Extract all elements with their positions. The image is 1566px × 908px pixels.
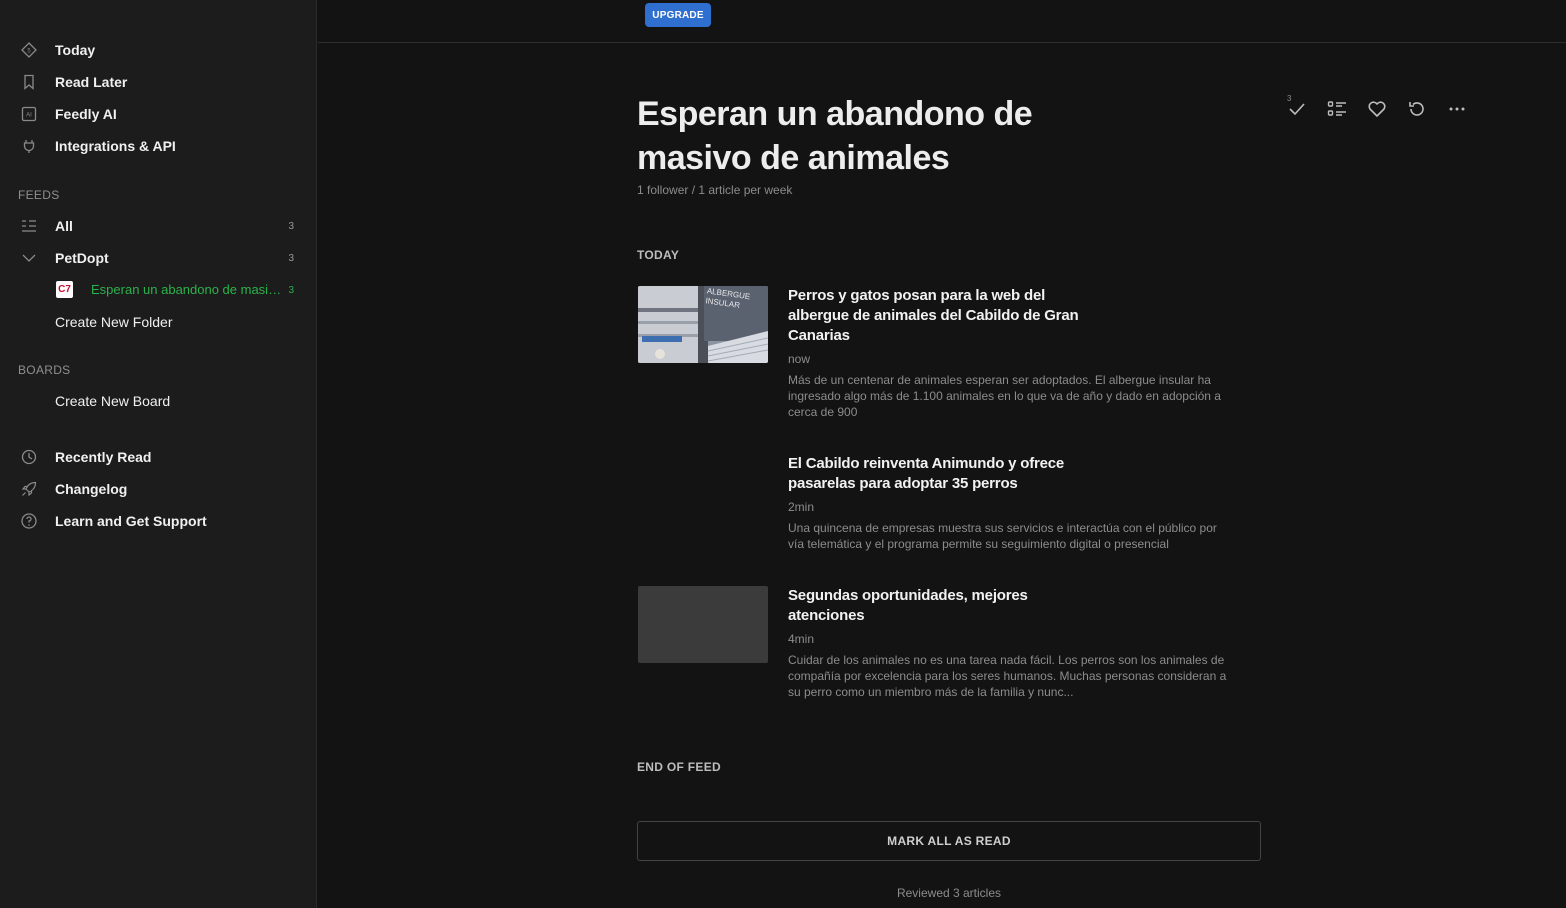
article-age: 2min — [788, 500, 815, 514]
create-folder-label: Create New Folder — [55, 314, 173, 330]
sidebar-item-feedly-ai[interactable]: AI Feedly AI — [0, 99, 317, 129]
feeds-section-header: FEEDS — [18, 188, 60, 202]
rocket-icon — [20, 480, 38, 498]
sidebar-item-all[interactable]: All 3 — [0, 211, 317, 241]
sidebar-item-support[interactable]: Learn and Get Support — [0, 506, 317, 536]
unread-count: 3 — [288, 252, 294, 264]
sidebar-item-label: All — [55, 218, 73, 234]
article-title: El Cabildo reinventa Animundo y ofrece p… — [788, 455, 1065, 492]
sidebar-item-label: PetDopt — [55, 250, 109, 266]
mark-read-count: 3 — [1287, 94, 1292, 103]
refresh-button[interactable] — [1402, 96, 1432, 126]
sidebar-item-label: Recently Read — [55, 449, 152, 465]
reviewed-count: Reviewed 3 articles — [896, 886, 1002, 900]
article-age: now — [788, 352, 811, 366]
sidebar-item-read-later[interactable]: Read Later — [0, 67, 317, 97]
refresh-icon — [1406, 98, 1428, 125]
sidebar-item-recently-read[interactable]: Recently Read — [0, 442, 317, 472]
list-layout-icon — [1326, 98, 1348, 125]
sidebar-item-label: Integrations & API — [55, 138, 176, 154]
feed-meta: 1 follower / 1 article per week — [637, 183, 793, 197]
help-icon — [20, 512, 38, 530]
today-icon: 5 — [20, 41, 38, 59]
article-summary: Cuidar de los animales no es una tarea n… — [788, 653, 1227, 699]
create-new-folder-link[interactable]: Create New Folder — [0, 307, 317, 337]
ai-icon: AI — [20, 105, 38, 123]
section-today-header: TODAY — [637, 248, 680, 262]
sidebar-feed-item[interactable]: C7 Esperan un abandono de masivo de anim… — [0, 275, 317, 305]
article-age: 4min — [788, 632, 815, 646]
top-bar: UPGRADE — [318, 0, 1566, 43]
feed-favicon: C7 — [56, 281, 73, 298]
plug-icon — [20, 137, 38, 155]
article-summary: Más de un centenar de animales esperan s… — [788, 373, 1221, 419]
app: 5 Today Read Later AI Feedly AI Integrat… — [0, 0, 1566, 908]
more-horizontal-icon — [1446, 98, 1468, 125]
follow-button[interactable] — [1362, 96, 1392, 126]
upgrade-button[interactable]: UPGRADE — [645, 3, 711, 27]
create-new-board-link[interactable]: Create New Board — [0, 386, 317, 416]
feed-label: Esperan un abandono de masivo de animale… — [91, 282, 283, 297]
unread-count: 3 — [288, 285, 294, 296]
clock-icon — [20, 448, 38, 466]
svg-text:5: 5 — [27, 49, 31, 55]
end-of-feed-label: END OF FEED — [637, 760, 721, 774]
article-item[interactable]: Segundas oportunidades, mejores atencion… — [637, 586, 1257, 702]
article-title: Perros y gatos posan para la web del alb… — [788, 287, 1079, 344]
page-title: Esperan un abandono de masivo de animale… — [637, 95, 1033, 177]
heart-icon — [1366, 98, 1388, 125]
article-title: Segundas oportunidades, mejores atencion… — [788, 587, 1028, 624]
bookmark-icon — [20, 73, 38, 91]
article-summary: Una quincena de empresas muestra sus ser… — [788, 521, 1217, 551]
article-item[interactable]: El Cabildo reinventa Animundo y ofrece p… — [637, 454, 1257, 554]
chevron-down-icon[interactable] — [20, 249, 38, 267]
article-item[interactable]: ALBERGUE INSULAR Perros y gatos posan pa… — [637, 286, 1257, 426]
sidebar-item-label: Today — [55, 42, 96, 58]
sidebar-item-today[interactable]: 5 Today — [0, 35, 317, 65]
layout-button[interactable] — [1322, 96, 1352, 126]
sidebar-item-changelog[interactable]: Changelog — [0, 474, 317, 504]
sidebar-item-label: Read Later — [55, 74, 128, 90]
mark-all-as-read-button[interactable]: MARK ALL AS READ — [637, 821, 1261, 861]
sidebar-item-label: Learn and Get Support — [55, 513, 207, 529]
more-button[interactable] — [1442, 96, 1472, 126]
sidebar-item-label: Feedly AI — [55, 106, 117, 122]
sidebar-item-label: Changelog — [55, 481, 128, 497]
mark-as-read-button[interactable]: 3 — [1282, 94, 1312, 126]
unread-count: 3 — [288, 220, 294, 232]
list-icon — [20, 217, 38, 235]
boards-section-header: BOARDS — [18, 363, 71, 377]
svg-text:AI: AI — [26, 113, 32, 119]
feed-actions-toolbar: 3 — [1282, 94, 1472, 126]
sidebar: 5 Today Read Later AI Feedly AI Integrat… — [0, 0, 317, 908]
sidebar-item-integrations[interactable]: Integrations & API — [0, 131, 317, 161]
sidebar-folder-petdopt[interactable]: PetDopt 3 — [0, 243, 317, 273]
article-thumbnail: ALBERGUE INSULAR — [638, 286, 768, 363]
article-thumbnail-placeholder — [638, 586, 768, 663]
create-board-label: Create New Board — [55, 393, 171, 409]
